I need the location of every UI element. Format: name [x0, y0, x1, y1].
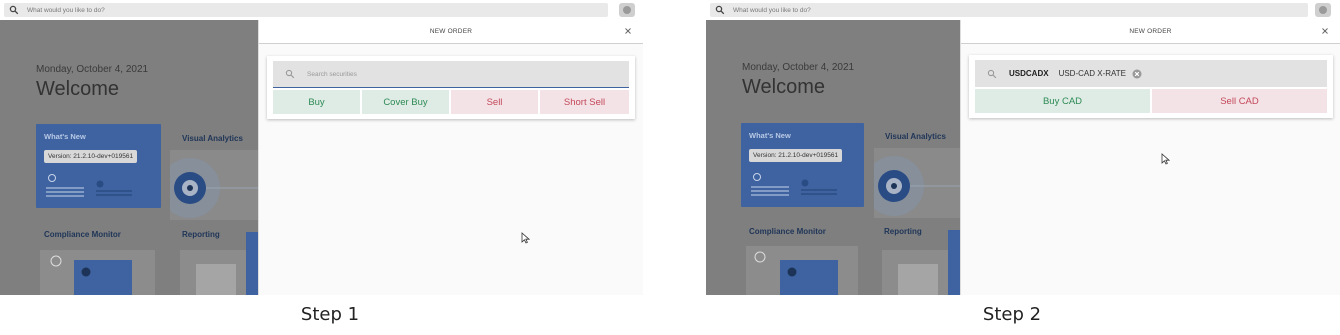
buy-button[interactable]: Buy [273, 90, 360, 114]
mouse-cursor-icon [521, 232, 530, 244]
new-order-sheet: NEW ORDER USDCADX USD-CAD X-RATE Buy CAD… [960, 20, 1340, 295]
sheet-title: NEW ORDER [429, 28, 473, 35]
mouse-cursor-icon [1161, 153, 1170, 165]
checklist-illustration-icon [46, 174, 132, 197]
selected-security-ticker: USDCADX [1009, 69, 1049, 78]
dashboard-date: Monday, October 4, 2021 [36, 64, 149, 75]
security-search-placeholder: Search securities [307, 70, 357, 78]
tile-compliance-monitor[interactable]: Compliance Monitor [749, 227, 826, 236]
order-side-buttons: Buy CAD Sell CAD [975, 89, 1327, 113]
step-1-screenshot: What would you like to do? Monday, Octob… [0, 0, 643, 295]
step-2-caption: Step 2 [982, 304, 1042, 325]
command-search-input[interactable]: What would you like to do? [710, 3, 1308, 17]
avatar-icon [1319, 6, 1327, 14]
sell-button[interactable]: Sell [451, 90, 538, 114]
whats-new-card[interactable]: What's New Version: 21.2.10-dev+019561 [741, 123, 864, 207]
reporting-illustration-icon [882, 230, 960, 295]
search-placeholder: What would you like to do? [733, 6, 811, 14]
step-2-screenshot: What would you like to do? Monday, Octob… [706, 0, 1340, 295]
welcome-heading: Welcome [742, 76, 825, 98]
search-placeholder: What would you like to do? [27, 6, 105, 14]
compliance-illustration-icon [40, 250, 155, 295]
search-icon [987, 69, 997, 78]
tile-visual-analytics[interactable]: Visual Analytics [182, 134, 243, 143]
top-bar: What would you like to do? [0, 0, 643, 20]
sheet-title: NEW ORDER [1129, 28, 1172, 35]
sheet-header: NEW ORDER [259, 20, 643, 44]
tile-visual-analytics[interactable]: Visual Analytics [885, 132, 946, 141]
close-icon[interactable] [1320, 26, 1330, 36]
order-entry-card: USDCADX USD-CAD X-RATE Buy CAD Sell CAD [969, 55, 1333, 118]
selected-security-description: USD-CAD X-RATE [1058, 69, 1126, 78]
compliance-illustration-icon [746, 246, 858, 295]
whats-new-title: What's New [44, 132, 86, 141]
reporting-illustration-icon [180, 232, 258, 295]
short-sell-button[interactable]: Short Sell [540, 90, 629, 114]
user-avatar-button[interactable] [1315, 3, 1331, 17]
clear-icon[interactable] [1132, 69, 1142, 79]
version-badge: Version: 21.2.10-dev+019561 [44, 150, 138, 163]
sell-cad-button[interactable]: Sell CAD [1152, 89, 1327, 113]
dashboard-date: Monday, October 4, 2021 [742, 62, 855, 73]
order-side-buttons: Buy Cover Buy Sell Short Sell [273, 90, 629, 114]
new-order-sheet: NEW ORDER Search securities Buy Cover Bu… [258, 20, 643, 295]
security-search-input[interactable]: USDCADX USD-CAD X-RATE [975, 60, 1327, 87]
whats-new-card[interactable]: What's New Version: 21.2.10-dev+019561 [36, 124, 161, 208]
search-icon [285, 69, 295, 79]
security-search-input[interactable]: Search securities [273, 61, 629, 88]
analytics-illustration-icon [170, 150, 258, 220]
order-entry-card: Search securities Buy Cover Buy Sell Sho… [267, 56, 635, 119]
user-avatar-button[interactable] [619, 3, 635, 17]
dashboard-background: Monday, October 4, 2021 Welcome What's N… [706, 20, 960, 295]
version-badge: Version: 21.2.10-dev+019561 [749, 149, 843, 162]
close-icon[interactable] [623, 26, 633, 36]
command-search-input[interactable]: What would you like to do? [4, 3, 608, 17]
buy-cad-button[interactable]: Buy CAD [975, 89, 1150, 113]
dashboard-background: Monday, October 4, 2021 Welcome What's N… [0, 20, 258, 295]
cover-buy-button[interactable]: Cover Buy [362, 90, 449, 114]
search-icon [9, 5, 19, 15]
search-icon [715, 5, 725, 15]
checklist-illustration-icon [751, 173, 837, 196]
sheet-header: NEW ORDER [961, 20, 1340, 44]
step-1-caption: Step 1 [300, 304, 360, 325]
analytics-illustration-icon [874, 148, 960, 218]
tile-compliance-monitor[interactable]: Compliance Monitor [44, 230, 121, 239]
welcome-heading: Welcome [36, 78, 119, 100]
avatar-icon [623, 6, 631, 14]
top-bar: What would you like to do? [706, 0, 1340, 20]
whats-new-title: What's New [749, 131, 791, 140]
